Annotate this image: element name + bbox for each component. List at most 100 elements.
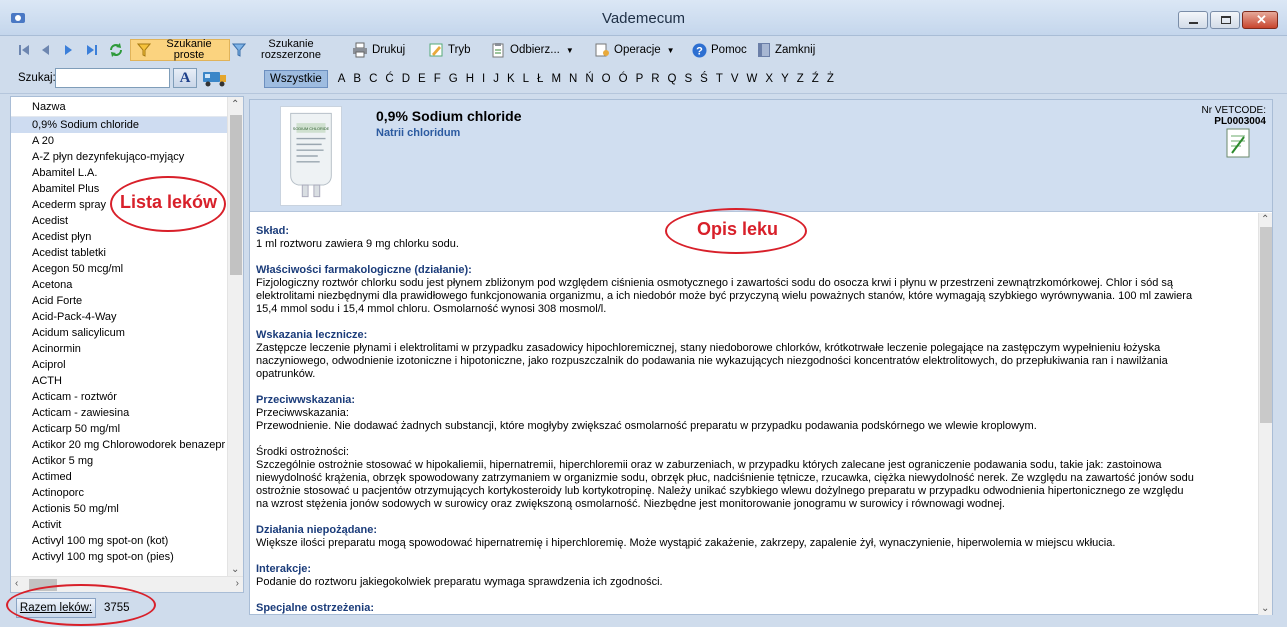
list-item[interactable]: Acid Forte	[11, 293, 227, 309]
letter-button[interactable]: Y	[777, 73, 793, 85]
list-item[interactable]: Acetona	[11, 277, 227, 293]
scroll-down-icon[interactable]: ⌄	[231, 564, 239, 575]
letter-button[interactable]: K	[503, 73, 519, 85]
list-item[interactable]: Acegon 50 mcg/ml	[11, 261, 227, 277]
letter-button[interactable]: Ń	[581, 73, 597, 85]
letter-button[interactable]: P	[632, 73, 648, 85]
letter-button[interactable]: Z	[793, 73, 808, 85]
minimize-button[interactable]	[1178, 11, 1208, 29]
list-item[interactable]: Actikor 5 mg	[11, 453, 227, 469]
letter-button[interactable]: Ź	[808, 73, 823, 85]
letter-button[interactable]: T	[712, 73, 727, 85]
list-header-name[interactable]: Nazwa	[11, 97, 227, 117]
advanced-search-label: Szukanie rozszerzone	[261, 38, 321, 61]
description-vertical-scrollbar[interactable]: ⌃ ⌄	[1258, 213, 1272, 615]
letter-button[interactable]: Ó	[615, 73, 632, 85]
close-window-button[interactable]: ✕	[1242, 11, 1278, 29]
next-record-icon	[65, 45, 72, 55]
letter-button[interactable]: L	[519, 73, 533, 85]
help-button[interactable]: ? Pomoc	[692, 39, 747, 61]
letter-button[interactable]: Ż	[823, 73, 838, 85]
section-text: Podanie do roztworu jakiegokolwiek prepa…	[256, 576, 663, 588]
letter-button[interactable]: F	[430, 73, 445, 85]
list-item[interactable]: Activyl 100 mg spot-on (pies)	[11, 549, 227, 565]
list-item[interactable]: Activit	[11, 517, 227, 533]
list-scroll-thumb[interactable]	[230, 115, 242, 275]
last-record-icon	[87, 45, 97, 55]
list-item[interactable]: Actimed	[11, 469, 227, 485]
next-record-button[interactable]	[64, 39, 74, 61]
last-record-button[interactable]	[86, 39, 98, 61]
letter-button[interactable]: D	[398, 73, 414, 85]
font-toggle-button[interactable]: A	[173, 68, 197, 88]
letter-button[interactable]: O	[598, 73, 615, 85]
letter-button[interactable]: R	[647, 73, 663, 85]
letter-button[interactable]: B	[349, 73, 365, 85]
letter-button[interactable]: S	[681, 73, 697, 85]
letter-button[interactable]: E	[414, 73, 430, 85]
list-item[interactable]: Acticarp 50 mg/ml	[11, 421, 227, 437]
scroll-right-icon[interactable]: ›	[236, 578, 239, 589]
mode-button[interactable]: Tryb	[428, 39, 471, 61]
letter-button[interactable]: Ł	[533, 73, 547, 85]
list-item[interactable]: Acticam - roztwór	[11, 389, 227, 405]
iv-bag-label: SODIUM CHLORIDE	[293, 126, 330, 131]
letter-button[interactable]: V	[727, 73, 743, 85]
document-icon[interactable]	[1226, 128, 1250, 158]
toolbar: Szukanie proste Szukanie rozszerzone Dru…	[0, 36, 1287, 64]
exit-button[interactable]: Zamknij	[757, 39, 815, 61]
list-item[interactable]: Acid-Pack-4-Way	[11, 309, 227, 325]
letter-button[interactable]: M	[547, 73, 565, 85]
letter-button[interactable]: G	[445, 73, 462, 85]
letter-button[interactable]: Ć	[381, 73, 397, 85]
list-item[interactable]: A 20	[11, 133, 227, 149]
exit-label: Zamknij	[775, 44, 816, 56]
description-scroll-thumb[interactable]	[1260, 227, 1272, 423]
search-input[interactable]	[55, 68, 170, 88]
scroll-left-icon[interactable]: ‹	[15, 578, 18, 589]
drug-header: SODIUM CHLORIDE 0,9% Sodium chloride Nat…	[250, 100, 1272, 212]
list-vertical-scrollbar[interactable]: ⌃ ⌄	[227, 97, 243, 577]
list-item[interactable]: Actinoporc	[11, 485, 227, 501]
list-item[interactable]: Acidum salicylicum	[11, 325, 227, 341]
list-item[interactable]: Aciprol	[11, 357, 227, 373]
advanced-search-button[interactable]: Szukanie rozszerzone	[232, 39, 332, 61]
maximize-button[interactable]	[1210, 11, 1240, 29]
letter-button[interactable]: N	[565, 73, 581, 85]
letter-button[interactable]: A	[334, 73, 350, 85]
letter-button[interactable]: I	[478, 73, 489, 85]
scroll-down-icon[interactable]: ⌄	[1261, 603, 1269, 614]
operations-button[interactable]: Operacje ▼	[594, 39, 675, 61]
list-item[interactable]: Acedist płyn	[11, 229, 227, 245]
list-item[interactable]: 0,9% Sodium chloride	[11, 117, 227, 133]
letter-button[interactable]: H	[462, 73, 478, 85]
letter-all-button[interactable]: Wszystkie	[264, 70, 328, 88]
letter-button[interactable]: Ś	[696, 73, 712, 85]
letter-button[interactable]: W	[743, 73, 762, 85]
letter-button[interactable]: Q	[664, 73, 681, 85]
list-item[interactable]: Actionis 50 mg/ml	[11, 501, 227, 517]
letter-button[interactable]: X	[761, 73, 777, 85]
vehicle-icon[interactable]	[202, 69, 228, 87]
list-item[interactable]: Acedist tabletki	[11, 245, 227, 261]
list-item[interactable]: Acticam - zawiesina	[11, 405, 227, 421]
list-item[interactable]: ACTH	[11, 373, 227, 389]
refresh-button[interactable]	[108, 39, 124, 61]
simple-search-button[interactable]: Szukanie proste	[130, 39, 230, 61]
iv-bag-image: SODIUM CHLORIDE	[280, 106, 342, 206]
scroll-up-icon[interactable]: ⌃	[1261, 214, 1269, 225]
list-item[interactable]: Acinormin	[11, 341, 227, 357]
letter-button[interactable]: C	[365, 73, 381, 85]
list-item[interactable]: A-Z płyn dezynfekująco-myjący	[11, 149, 227, 165]
first-record-button[interactable]	[18, 39, 30, 61]
list-item[interactable]: Activyl 100 mg spot-on (kot)	[11, 533, 227, 549]
previous-record-button[interactable]	[40, 39, 50, 61]
chevron-down-icon: ▼	[565, 45, 574, 55]
print-button[interactable]: Drukuj	[352, 39, 405, 61]
scroll-up-icon[interactable]: ⌃	[231, 99, 239, 110]
recipients-button[interactable]: Odbierz... ▼	[490, 39, 574, 61]
letter-button[interactable]: J	[489, 73, 503, 85]
list-item[interactable]: Actikor 20 mg Chlorowodorek benazepr	[11, 437, 227, 453]
section-text: Fizjologiczny roztwór chlorku sodu jest …	[256, 277, 1193, 315]
description-section: Wskazania lecznicze: Zastępcze leczenie p…	[256, 329, 1252, 381]
